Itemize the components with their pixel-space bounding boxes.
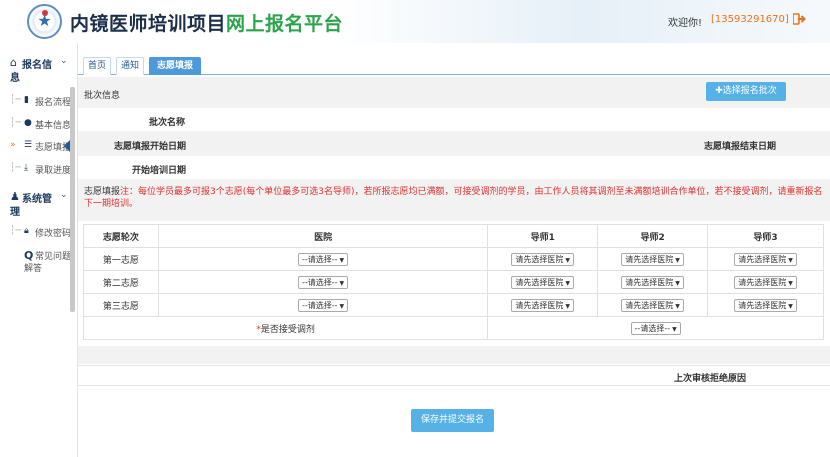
app-title: 内镜医师培训项目网上报名平台 (70, 9, 343, 36)
training-date-label: 开始培训日期 (132, 166, 187, 176)
tutor1-select[interactable]: 请先选择医院 ▼ (511, 298, 575, 312)
sidebar-item-password[interactable]: ┆─ 🔒︎ 修改密码 (10, 226, 72, 240)
title-part1: 内镜医师培训项目 (70, 13, 227, 35)
training-date-row: 开始培训日期 (78, 156, 830, 179)
welcome-text: 欢迎你! (668, 18, 703, 29)
accept-adjust-select[interactable]: --请选择-- ▼ (630, 321, 681, 335)
notice-text: 志愿填报注：每位学员最多可报3个志愿(每个单位最多可选3名导师)，若所报志愿均已… (84, 187, 823, 209)
tutor3-select[interactable]: 请先选择医院 ▼ (734, 275, 797, 289)
round-cell: 第二志愿 (83, 270, 159, 294)
chevron-icon: ⌄ (60, 56, 68, 66)
main-content: 首页 通知 志愿填报 批次信息 ✚选择报名批次 批次名称 志愿填报开始日期 志愿… (78, 43, 830, 457)
table-header-row: 志愿轮次 医院 导师1 导师2 导师3 (83, 224, 824, 248)
tutor1-select[interactable]: 请先选择医院 ▼ (511, 275, 575, 289)
section-label: 报名信 (22, 60, 52, 71)
tutor1-select[interactable]: 请先选择医院 ▼ (511, 252, 575, 266)
save-submit-button[interactable]: 保存并提交报名 (411, 409, 494, 432)
sidebar-item-process[interactable]: ┆─ ▮ 报名流程 (10, 95, 72, 109)
caret-down-icon: ▼ (788, 256, 793, 264)
batch-date-row: 志愿填报开始日期 志愿填报结束日期 (78, 131, 830, 156)
tab-home[interactable]: 首页 (83, 57, 111, 75)
end-date-label: 志愿填报结束日期 (704, 142, 777, 152)
caret-down-icon: ▼ (675, 302, 680, 310)
volunteer-table: 志愿轮次 医院 导师1 导师2 导师3 第一志愿 --请选择-- ▼ 请先选择医院… (82, 224, 824, 340)
caret-down-icon: ▼ (339, 256, 345, 264)
caret-down-icon: ▼ (788, 302, 793, 310)
table-row: 第三志愿 --请选择-- ▼ 请先选择医院 ▼ 请先选择医院 ▼ 请先选择医院 ▼ (83, 293, 824, 317)
title-part2: 网上报名平台 (226, 13, 344, 35)
col-tutor2: 导师2 (597, 224, 709, 248)
lock-icon: 🔒︎ (24, 226, 29, 236)
caret-down-icon: ▼ (565, 279, 571, 287)
spacer-band (78, 346, 830, 364)
section-label-cont: 理 (10, 207, 20, 218)
caret-down-icon: ▼ (675, 256, 680, 264)
users-icon: ♟ (10, 190, 20, 203)
tab-notice[interactable]: 通知 (116, 57, 144, 75)
hospital-select[interactable]: --请选择-- ▼ (297, 298, 349, 312)
list-icon: ☰ (24, 140, 33, 150)
hospital-select[interactable]: --请选择-- ▼ (297, 275, 349, 289)
table-row: 第二志愿 --请选择-- ▼ 请先选择医院 ▼ 请先选择医院 ▼ 请先选择医院 ▼ (83, 270, 824, 294)
caret-down-icon: ▼ (788, 279, 793, 287)
batch-section-label: 批次信息 (84, 91, 121, 101)
logout-icon[interactable] (793, 13, 807, 25)
select-batch-button[interactable]: ✚选择报名批次 (706, 82, 786, 101)
caret-down-icon: ▼ (672, 325, 677, 333)
col-hospital: 医院 (157, 224, 489, 248)
sidebar-scrollbar[interactable] (70, 87, 75, 312)
sidebar: ⌂ 报名信 ⌄ 息 ┆─ ▮ 报名流程 ┆─ ● 基本信息 » ☰ 志愿填报 ┆… (0, 43, 78, 457)
tab-bar: 首页 通知 志愿填报 (78, 53, 830, 75)
batch-name-label: 批次名称 (149, 118, 186, 128)
col-round: 志愿轮次 (83, 224, 159, 248)
star-icon: ★ (37, 11, 52, 30)
round-cell: 第三志愿 (83, 293, 159, 317)
accept-adjust-row: *是否接受调剂 --请选择-- ▼ (82, 316, 824, 340)
caret-down-icon: ▼ (339, 302, 345, 310)
col-tutor1: 导师1 (487, 224, 599, 248)
tutor3-select[interactable]: 请先选择医院 ▼ (734, 252, 797, 266)
section-label: 系统管 (22, 194, 52, 205)
tutor3-select[interactable]: 请先选择医院 ▼ (734, 298, 797, 312)
caret-down-icon: ▼ (675, 279, 680, 287)
sidebar-item-basic-info[interactable]: ┆─ ● 基本信息 (10, 118, 72, 132)
tab-volunteer[interactable]: 志愿填报 (149, 57, 201, 75)
header: ★ 内镜医师培训项目网上报名平台 欢迎你! [13593291670] (0, 0, 830, 43)
home-icon: ⌂ (10, 56, 17, 69)
chevron-icon: ⌄ (60, 190, 68, 200)
sidebar-item-admission[interactable]: ┆─ ⤓ 录取进度 (10, 163, 72, 177)
tutor2-select[interactable]: 请先选择医院 ▼ (621, 275, 684, 289)
batch-name-row: 批次名称 (78, 108, 830, 131)
caret-down-icon: ▼ (339, 279, 345, 287)
bookmark-icon: ▮ (24, 95, 29, 105)
user-phone[interactable]: [13593291670] (711, 14, 789, 25)
logo: ★ (27, 4, 62, 39)
hospital-select[interactable]: --请选择-- ▼ (297, 252, 349, 266)
table-row: 第一志愿 --请选择-- ▼ 请先选择医院 ▼ 请先选择医院 ▼ 请先选择医院 ▼ (83, 247, 824, 271)
caret-down-icon: ▼ (565, 302, 571, 310)
col-tutor3: 导师3 (707, 224, 824, 248)
sidebar-item-volunteer[interactable]: » ☰ 志愿填报 (10, 138, 72, 154)
sidebar-item-faq[interactable]: Q 常见问题 解答 (10, 249, 72, 275)
tutor2-select[interactable]: 请先选择医院 ▼ (621, 298, 684, 312)
download-icon: ⤓ (24, 163, 28, 173)
reject-reason-label: 上次审核拒绝原因 (674, 374, 747, 384)
start-date-label: 志愿填报开始日期 (114, 142, 187, 152)
round-cell: 第一志愿 (83, 247, 159, 271)
caret-down-icon: ▼ (565, 256, 571, 264)
accept-label-cell: *是否接受调剂 (82, 316, 489, 340)
section-label-cont: 息 (10, 73, 20, 84)
batch-header: 批次信息 ✚选择报名批次 (78, 77, 830, 108)
user-icon: ● (24, 118, 32, 128)
tutor2-select[interactable]: 请先选择医院 ▼ (621, 252, 684, 266)
